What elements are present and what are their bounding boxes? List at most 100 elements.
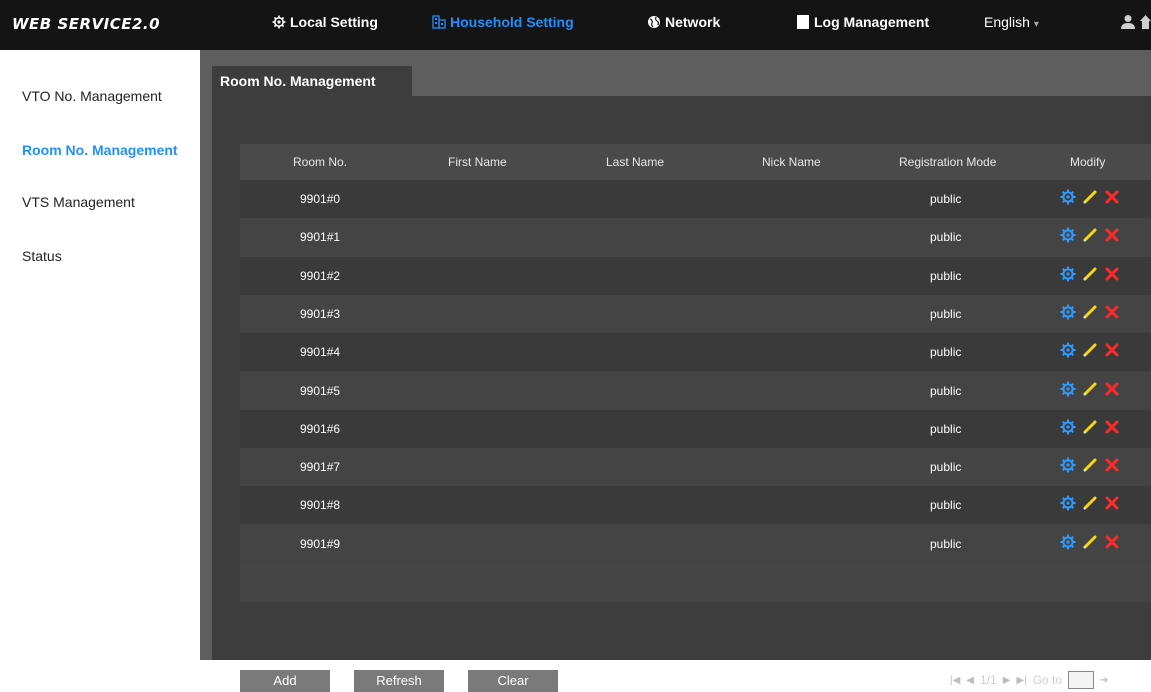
settings-gear-icon[interactable] [1060,419,1076,435]
delete-x-icon[interactable] [1104,457,1120,473]
goto-page-input[interactable] [1068,671,1095,689]
room-table: Room No. First Name Last Name Nick Name … [240,144,1151,602]
column-header-registration-mode: Registration Mode [899,155,997,169]
row-actions [1060,304,1120,320]
goto-submit-icon[interactable]: ➔ [1100,675,1108,686]
column-header-room-no: Room No. [293,155,348,169]
cell-registration-mode: public [930,498,962,513]
edit-pencil-icon[interactable] [1082,189,1098,205]
table-row: 9901#9 public [240,524,1151,563]
settings-gear-icon[interactable] [1060,495,1076,511]
chevron-down-icon: ▾ [1033,19,1039,30]
room-management-panel: Room No. First Name Last Name Nick Name … [212,96,1151,692]
column-header-nick-name: Nick Name [762,155,821,169]
cell-registration-mode: public [930,460,962,475]
cell-room-no: 9901#6 [300,421,341,436]
pagination: |◀ ◀ 1/1 ▶ ▶| Go to ➔ [950,671,1108,689]
cell-room-no: 9901#5 [300,383,341,398]
row-actions [1060,534,1120,550]
sidebar-item-room-no-management[interactable]: Room No. Management [22,142,178,158]
refresh-button[interactable]: Refresh [354,670,444,692]
settings-gear-icon[interactable] [1060,342,1076,358]
delete-x-icon[interactable] [1104,381,1120,397]
table-row: 9901#6 public [240,409,1151,448]
user-icon[interactable] [1121,14,1135,30]
edit-pencil-icon[interactable] [1082,227,1098,243]
table-row: 9901#0 public [240,180,1151,218]
settings-gear-icon[interactable] [1060,227,1076,243]
table-header: Room No. First Name Last Name Nick Name … [240,144,1151,180]
edit-pencil-icon[interactable] [1082,342,1098,358]
table-row: 9901#4 public [240,333,1151,372]
delete-x-icon[interactable] [1104,266,1120,282]
row-actions [1060,189,1120,205]
settings-gear-icon[interactable] [1060,381,1076,397]
add-button[interactable]: Add [240,670,330,692]
sidebar-item-status[interactable]: Status [22,248,62,264]
app-brand: WEB SERVICE2.0 [12,15,161,33]
nav-network[interactable]: Network [647,14,720,30]
delete-x-icon[interactable] [1104,534,1120,550]
sidebar-item-vto-no-management[interactable]: VTO No. Management [22,88,162,104]
delete-x-icon[interactable] [1104,304,1120,320]
cell-room-no: 9901#8 [300,498,341,513]
edit-pencil-icon[interactable] [1082,419,1098,435]
edit-pencil-icon[interactable] [1082,457,1098,473]
goto-label: Go to [1032,673,1063,687]
cell-registration-mode: public [930,536,962,551]
cell-registration-mode: public [930,306,962,321]
settings-gear-icon[interactable] [1060,534,1076,550]
page-indicator: 1/1 [980,673,997,687]
edit-pencil-icon[interactable] [1082,266,1098,282]
last-page-icon[interactable]: ▶| [1016,675,1026,686]
cell-room-no: 9901#7 [300,460,341,475]
table-row: 9901#8 public [240,486,1151,525]
nav-local-setting[interactable]: Local Setting [272,14,378,30]
cell-room-no: 9901#2 [300,268,341,283]
cell-registration-mode: public [930,421,962,436]
delete-x-icon[interactable] [1104,495,1120,511]
edit-pencil-icon[interactable] [1082,534,1098,550]
table-row: 9901#1 public [240,218,1151,257]
settings-gear-icon[interactable] [1060,189,1076,205]
row-actions [1060,495,1120,511]
edit-pencil-icon[interactable] [1082,495,1098,511]
table-row: 9901#7 public [240,448,1151,487]
edit-pencil-icon[interactable] [1082,304,1098,320]
delete-x-icon[interactable] [1104,227,1120,243]
table-row: 9901#2 public [240,256,1151,295]
delete-x-icon[interactable] [1104,419,1120,435]
nav-log-management[interactable]: Log Management [796,14,929,30]
log-icon [797,15,809,29]
settings-gear-icon[interactable] [1060,457,1076,473]
top-navigation-bar: WEB SERVICE2.0 Local Setting Household S… [0,0,1151,50]
row-actions [1060,227,1120,243]
cell-registration-mode: public [930,192,962,206]
cell-room-no: 9901#9 [300,536,341,551]
next-page-icon[interactable]: ▶ [1003,675,1011,686]
main-content: Room No. Management Room No. First Name … [200,50,1151,692]
edit-pencil-icon[interactable] [1082,381,1098,397]
cell-room-no: 9901#1 [300,230,341,245]
first-page-icon[interactable]: |◀ [950,675,960,686]
cell-registration-mode: public [930,268,962,283]
row-actions [1060,381,1120,397]
delete-x-icon[interactable] [1104,342,1120,358]
building-icon [432,15,446,29]
nav-household-setting[interactable]: Household Setting [432,14,574,30]
settings-gear-icon[interactable] [1060,266,1076,282]
row-actions [1060,419,1120,435]
home-icon[interactable] [1140,14,1151,30]
delete-x-icon[interactable] [1104,189,1120,205]
cell-room-no: 9901#0 [300,192,341,206]
panel-header-strip [412,66,1151,96]
clear-button[interactable]: Clear [468,670,558,692]
language-select[interactable]: English ▾ [984,14,1039,30]
sidebar-item-vts-management[interactable]: VTS Management [22,194,135,210]
column-header-modify: Modify [1070,155,1106,169]
row-actions [1060,342,1120,358]
cell-registration-mode: public [930,345,962,360]
prev-page-icon[interactable]: ◀ [966,675,974,686]
settings-gear-icon[interactable] [1060,304,1076,320]
panel-title: Room No. Management [212,66,412,96]
